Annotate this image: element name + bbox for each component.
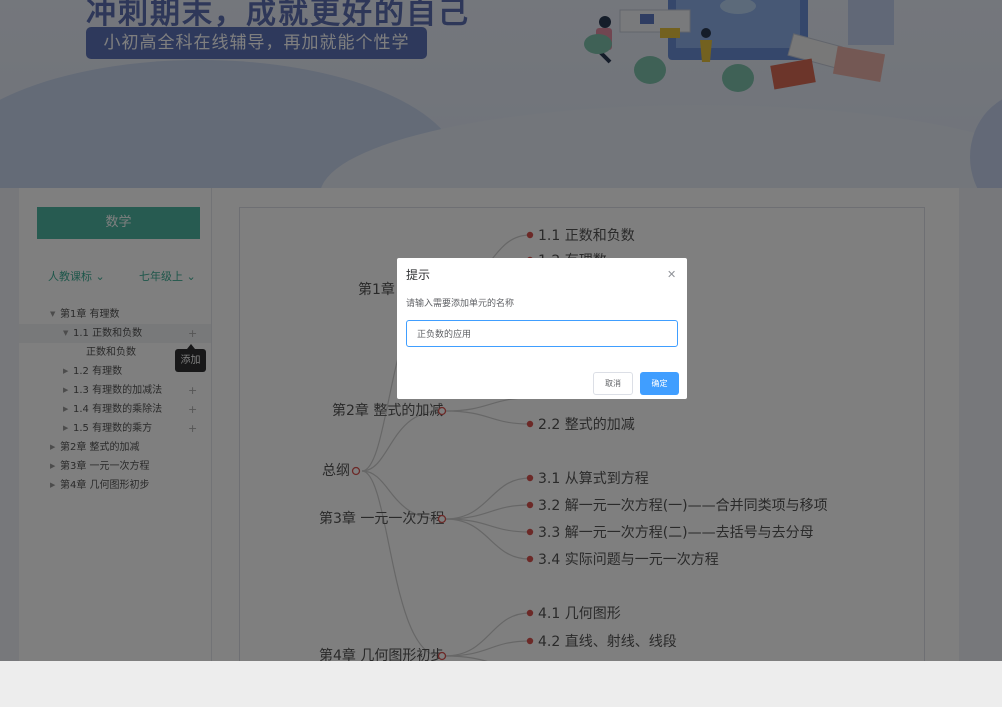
page-footer-area [0,661,1002,707]
confirm-button[interactable]: 确定 [640,372,679,395]
cancel-button[interactable]: 取消 [593,372,633,395]
dialog-message: 请输入需要添加单元的名称 [406,299,515,309]
dialog-title: 提示 [406,268,431,282]
unit-name-input[interactable] [406,320,678,347]
close-icon[interactable]: ✕ [667,268,676,281]
prompt-dialog: 提示 ✕ 请输入需要添加单元的名称 取消 确定 [397,258,687,399]
